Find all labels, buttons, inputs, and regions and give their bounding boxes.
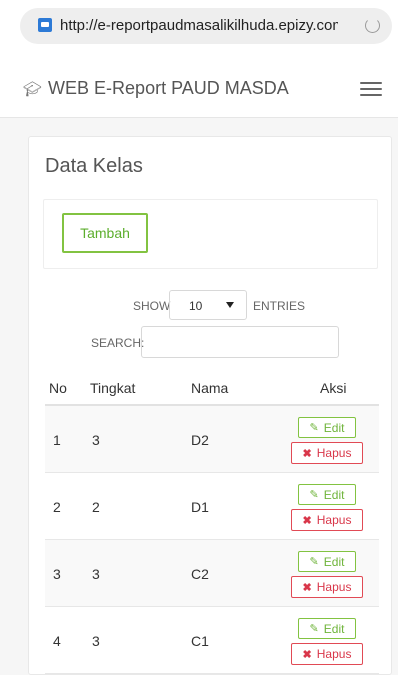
edit-label: Edit <box>323 554 345 569</box>
show-label: SHOW <box>133 299 171 313</box>
page-title: Data Kelas <box>45 155 143 177</box>
table-row: 1 3 D2 ✎ Edit ✖ Hapus <box>45 406 379 473</box>
delete-label: Hapus <box>316 580 352 594</box>
graduation-cap-icon: 🎓︎ <box>23 81 43 98</box>
url-text[interactable]: http://e-reportpaudmasalikilhuda.epizy.c… <box>60 17 338 34</box>
cell-tingkat: 3 <box>92 633 100 649</box>
search-control: SEARCH: <box>29 326 393 358</box>
close-icon: ✖ <box>302 514 312 527</box>
table-row: 4 3 C1 ✎ Edit ✖ Hapus <box>45 607 379 674</box>
brand-label: WEB E-Report PAUD MASDA <box>48 78 289 98</box>
browser-toolbar: http://e-reportpaudmasalikilhuda.epizy.c… <box>0 0 398 52</box>
delete-button[interactable]: ✖ Hapus <box>291 442 363 464</box>
edit-icon: ✎ <box>309 556 319 568</box>
edit-button[interactable]: ✎ Edit <box>298 551 356 572</box>
edit-button[interactable]: ✎ Edit <box>298 417 356 438</box>
header-no[interactable]: No <box>49 380 67 396</box>
cell-no: 4 <box>53 633 61 649</box>
entries-select[interactable]: 10 <box>169 290 247 320</box>
edit-icon: ✎ <box>309 623 319 635</box>
cell-tingkat: 2 <box>92 499 100 515</box>
cell-tingkat: 3 <box>92 566 100 582</box>
delete-label: Hapus <box>316 446 352 460</box>
delete-button[interactable]: ✖ Hapus <box>291 643 363 665</box>
reload-icon[interactable] <box>365 18 380 33</box>
delete-button[interactable]: ✖ Hapus <box>291 576 363 598</box>
brand[interactable]: 🎓︎ WEB E-Report PAUD MASDA <box>23 78 289 99</box>
data-kelas-card: Data Kelas Tambah SHOW 10 ENTRIES SEARCH… <box>28 136 392 675</box>
edit-icon: ✎ <box>309 489 319 501</box>
cell-nama: D1 <box>191 499 209 515</box>
cell-nama: C1 <box>191 633 209 649</box>
cell-nama: C2 <box>191 566 209 582</box>
add-panel: Tambah <box>43 199 378 269</box>
entries-select-value: 10 <box>189 299 203 313</box>
close-icon: ✖ <box>302 581 312 594</box>
table-header: No Tingkat Nama Aksi <box>45 370 379 406</box>
header-aksi: Aksi <box>320 380 347 396</box>
close-icon: ✖ <box>302 648 312 661</box>
search-input[interactable] <box>141 326 339 358</box>
kelas-table: No Tingkat Nama Aksi 1 3 D2 ✎ Edit ✖ Hapus… <box>45 370 379 674</box>
cell-tingkat: 3 <box>92 432 100 448</box>
edit-button[interactable]: ✎ Edit <box>298 484 356 505</box>
caret-down-icon <box>226 302 234 308</box>
cell-no: 1 <box>53 432 61 448</box>
edit-label: Edit <box>323 621 345 636</box>
add-button[interactable]: Tambah <box>62 213 148 253</box>
header-nama[interactable]: Nama <box>191 380 228 396</box>
site-favicon-icon <box>38 18 52 32</box>
edit-icon: ✎ <box>309 422 319 434</box>
url-field[interactable]: http://e-reportpaudmasalikilhuda.epizy.c… <box>20 8 392 44</box>
edit-label: Edit <box>323 487 345 502</box>
delete-label: Hapus <box>316 647 352 661</box>
edit-label: Edit <box>323 420 345 435</box>
header-tingkat[interactable]: Tingkat <box>90 380 135 396</box>
table-row: 2 2 D1 ✎ Edit ✖ Hapus <box>45 473 379 540</box>
close-icon: ✖ <box>302 447 312 460</box>
entries-label: ENTRIES <box>253 299 306 313</box>
edit-button[interactable]: ✎ Edit <box>298 618 356 639</box>
show-entries-control: SHOW 10 ENTRIES <box>29 290 393 320</box>
cell-nama: D2 <box>191 432 209 448</box>
table-row: 3 3 C2 ✎ Edit ✖ Hapus <box>45 540 379 607</box>
navbar: 🎓︎ WEB E-Report PAUD MASDA <box>0 52 398 118</box>
cell-no: 3 <box>53 566 61 582</box>
search-label: SEARCH: <box>91 336 145 350</box>
delete-button[interactable]: ✖ Hapus <box>291 509 363 531</box>
hamburger-menu-icon[interactable] <box>360 82 382 96</box>
delete-label: Hapus <box>316 513 352 527</box>
cell-no: 2 <box>53 499 61 515</box>
